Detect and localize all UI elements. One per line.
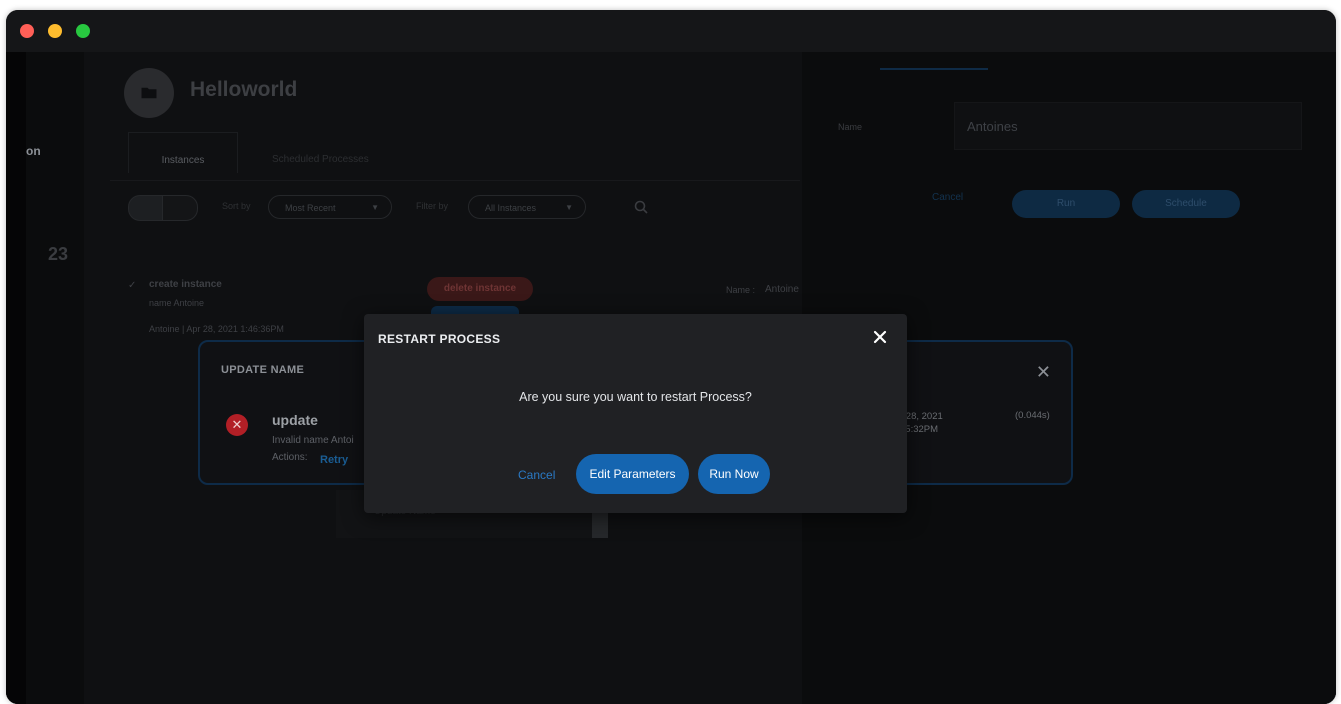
close-icon[interactable]: ✕ (1036, 362, 1051, 383)
name-prefix: Name : (726, 285, 756, 295)
active-tab-indicator (880, 68, 988, 70)
folder-icon (141, 87, 157, 99)
list-view-button[interactable] (162, 195, 198, 221)
minimize-window-button[interactable] (48, 24, 62, 38)
error-icon: ✕ (226, 414, 248, 436)
sort-label: Sort by (222, 201, 251, 211)
sort-value: Most Recent (285, 203, 336, 213)
tab-instances[interactable]: Instances (128, 132, 238, 173)
name-value: Antoine (765, 284, 799, 295)
dialog-message: Are you sure you want to restart Process… (519, 390, 752, 404)
close-window-button[interactable] (20, 24, 34, 38)
panel-cancel-button[interactable]: Cancel (932, 192, 963, 203)
instance-count: 23 (48, 244, 69, 264)
page-title: Helloworld (190, 78, 298, 101)
edit-parameters-button[interactable]: Edit Parameters (576, 454, 689, 494)
close-icon[interactable] (871, 328, 889, 346)
step-name: update (272, 412, 318, 428)
sort-select[interactable]: Most Recent ▼ (268, 195, 392, 219)
schedule-button[interactable]: Schedule (1132, 190, 1240, 218)
check-icon: ✓ (128, 280, 137, 291)
run-now-button[interactable]: Run Now (698, 454, 770, 494)
folder-avatar (124, 68, 174, 118)
name-input[interactable]: Antoines (954, 102, 1302, 150)
sidebar: on (26, 52, 84, 704)
grid-view-button[interactable] (128, 195, 164, 221)
card-title: UPDATE NAME (221, 364, 305, 376)
tab-scheduled-processes[interactable]: Scheduled Processes (272, 132, 369, 172)
filter-label: Filter by (416, 201, 449, 211)
instance-title[interactable]: create instance (149, 279, 222, 290)
left-rail (6, 52, 26, 704)
name-label: Name (838, 122, 863, 132)
chevron-down-icon: ▼ (565, 203, 573, 212)
filter-select[interactable]: All Instances ▼ (468, 195, 586, 219)
error-message: Invalid name Antoi (272, 435, 354, 446)
instance-subtitle: name Antoine (149, 298, 205, 308)
cancel-button[interactable]: Cancel (518, 468, 555, 482)
maximize-window-button[interactable] (76, 24, 90, 38)
delete-instance-badge: delete instance (427, 277, 533, 301)
dialog-title: RESTART PROCESS (378, 332, 501, 346)
instances-toolbar: Sort by Most Recent ▼ Filter by All Inst… (110, 180, 800, 229)
title-bar (6, 10, 1336, 52)
chevron-down-icon: ▼ (371, 203, 379, 212)
retry-link[interactable]: Retry (320, 454, 348, 466)
restart-process-dialog: RESTART PROCESS Are you sure you want to… (364, 314, 907, 513)
actions-label: Actions: (272, 452, 308, 463)
sidebar-item-fragment[interactable]: on (26, 144, 41, 158)
instance-meta: Antoine | Apr 28, 2021 1:46:36PM (149, 324, 284, 334)
step-duration: (0.044s) (1015, 410, 1050, 421)
search-icon[interactable] (634, 200, 648, 214)
run-button[interactable]: Run (1012, 190, 1120, 218)
filter-value: All Instances (485, 203, 537, 213)
